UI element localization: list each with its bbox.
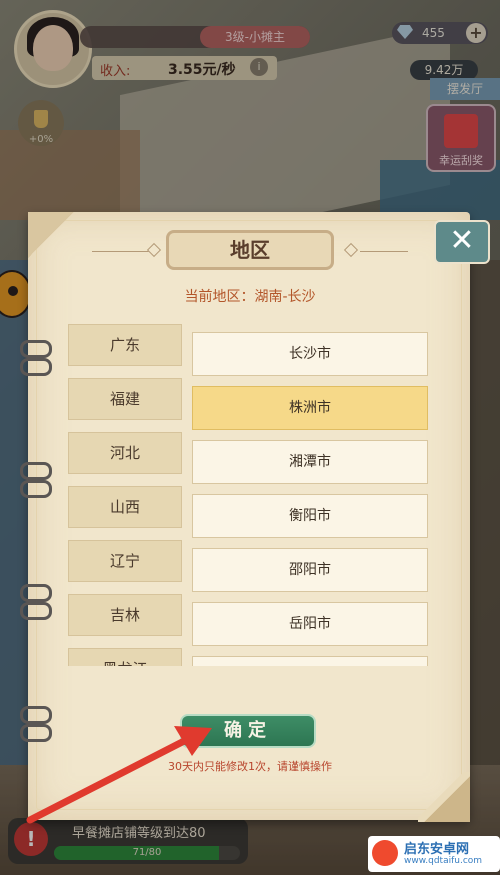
province-item[interactable]: 吉林 [68, 594, 182, 636]
city-item[interactable]: 邵阳市 [192, 548, 428, 592]
watermark-name: 启东安卓网 [404, 842, 470, 857]
province-item[interactable]: 山西 [68, 486, 182, 528]
page-corner-bottom-right [418, 772, 470, 822]
binder-ring [20, 584, 52, 602]
city-item[interactable]: 衡阳市 [192, 494, 428, 538]
binder-ring [20, 724, 52, 742]
change-limit-warning: 30天内只能修改1次，请谨慎操作 [168, 760, 332, 773]
city-item[interactable]: 湘潭市 [192, 440, 428, 484]
city-item[interactable]: 长沙市 [192, 332, 428, 376]
binder-ring [20, 602, 52, 620]
title-divider-right [360, 251, 408, 252]
binder-ring [20, 706, 52, 724]
province-list[interactable]: 广东 福建 河北 山西 辽宁 吉林 黑龙江 [68, 322, 182, 666]
binder-ring [20, 480, 52, 498]
province-item[interactable]: 福建 [68, 378, 182, 420]
city-list[interactable]: 长沙市 株洲市 湘潭市 衡阳市 邵阳市 岳阳市 [192, 330, 430, 666]
watermark-logo-icon [372, 840, 398, 866]
confirm-button[interactable]: 确定 [180, 714, 316, 748]
watermark-url: www.qdtaifu.com [404, 856, 483, 866]
province-item[interactable]: 广东 [68, 324, 182, 366]
close-button[interactable]: ✕ [434, 220, 490, 264]
province-item[interactable]: 辽宁 [68, 540, 182, 582]
city-item-selected[interactable]: 株洲市 [192, 386, 428, 430]
province-item[interactable]: 河北 [68, 432, 182, 474]
current-area-text: 当前地区：湖南-长沙 [184, 289, 316, 305]
dialog-title: 地区 [166, 230, 334, 270]
city-item[interactable] [192, 656, 428, 666]
binder-ring [20, 358, 52, 376]
province-item[interactable]: 黑龙江 [68, 648, 182, 666]
page-corner-top-left [28, 212, 74, 258]
binder-ring [20, 462, 52, 480]
title-divider-left [92, 251, 152, 252]
binder-ring [20, 340, 52, 358]
city-item[interactable]: 岳阳市 [192, 602, 428, 646]
